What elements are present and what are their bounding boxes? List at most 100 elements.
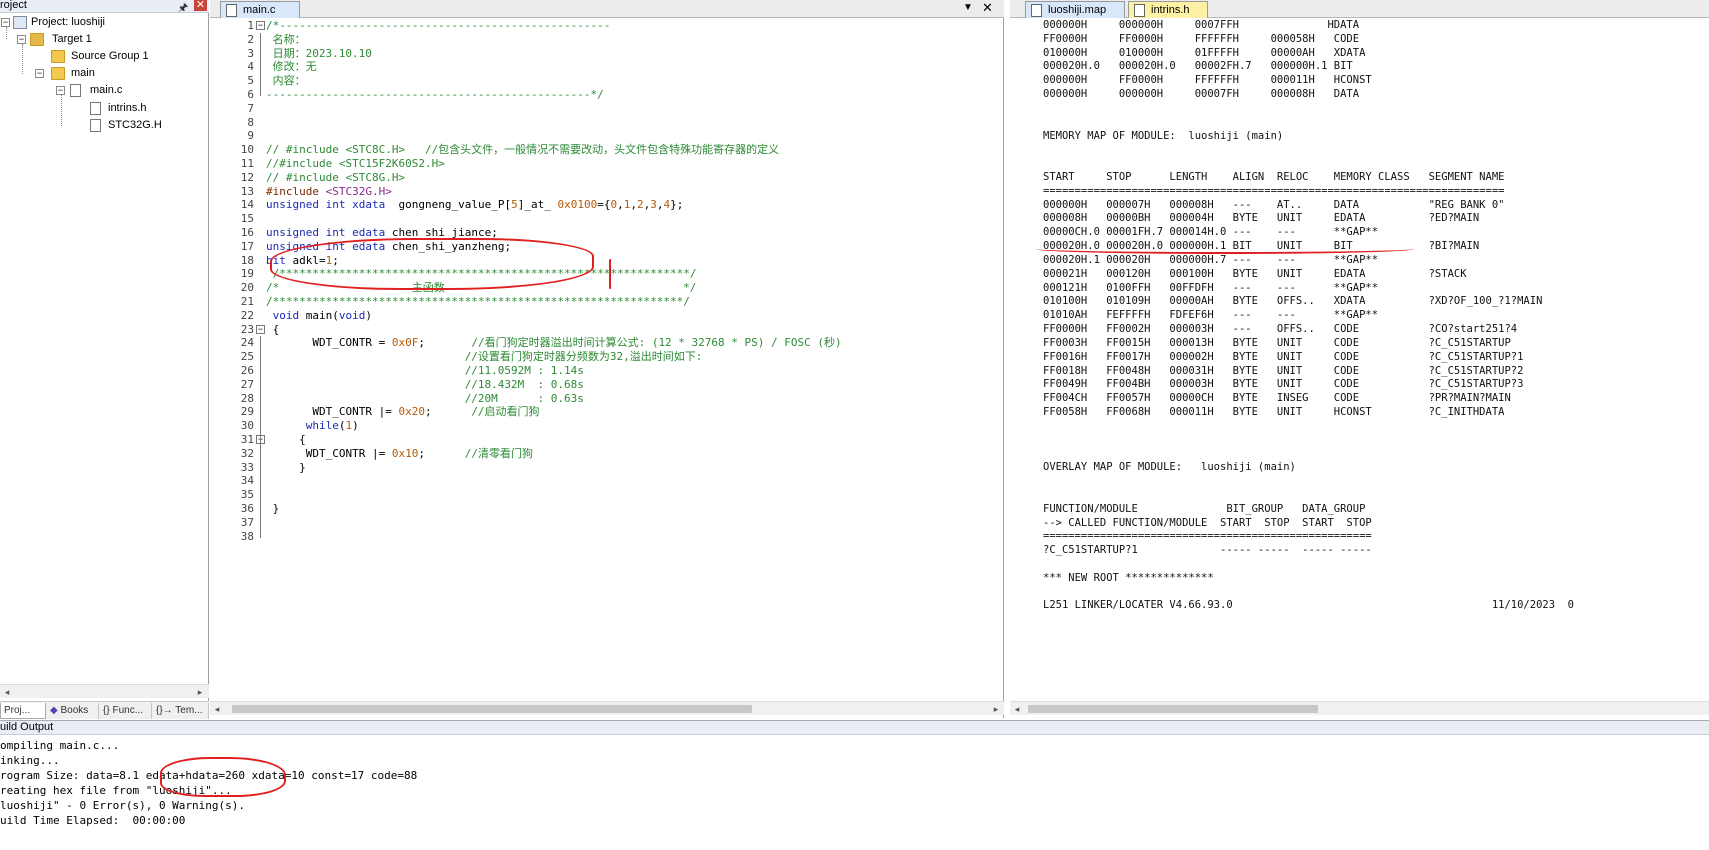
map-line[interactable]: 000021H 000120H 000100H BYTE UNIT EDATA … [1043, 268, 1467, 282]
target-icon [30, 33, 44, 46]
map-line[interactable]: 000020H.0 000020H.0 00002FH.7 000000H.1 … [1043, 60, 1353, 74]
map-line[interactable]: 010000H 010000H 01FFFFH 00000AH XDATA [1043, 47, 1365, 61]
code-line[interactable]: void main(void) [266, 309, 372, 323]
map-line[interactable]: FF0018H FF0048H 000031H BYTE UNIT CODE ?… [1043, 365, 1523, 379]
code-line[interactable]: //#include <STC15F2K60S2.H> [266, 157, 445, 171]
code-line[interactable]: #include <STC32G.H> [266, 185, 392, 199]
tab-project[interactable]: Proj... [0, 703, 46, 719]
tree-item-source-group[interactable]: Source Group 1 [0, 48, 209, 65]
code-line[interactable]: { [266, 433, 306, 447]
collapse-icon[interactable]: − [35, 69, 44, 78]
map-line[interactable]: 000000H 000007H 000008H --- AT.. DATA "R… [1043, 199, 1504, 213]
map-line[interactable]: *** NEW ROOT ************** [1043, 572, 1214, 586]
map-line[interactable]: 000020H.1 000020H 000000H.7 --- --- **GA… [1043, 254, 1378, 268]
map-line[interactable]: 000121H 0100FFH 00FFDFH --- --- **GAP** [1043, 282, 1378, 296]
tab-templates[interactable]: {}→ Tem... [153, 703, 209, 719]
map-line[interactable]: 000000H FF0000H FFFFFFH 000011H HCONST [1043, 74, 1372, 88]
code-line[interactable]: WDT_CONTR |= 0x20; //启动看门狗 [266, 405, 539, 419]
tree-item-main-group[interactable]: − main [0, 65, 209, 82]
tab-intrins-h[interactable]: intrins.h [1128, 1, 1208, 18]
map-line[interactable]: 000000H 000000H 00007FH 000008H DATA [1043, 88, 1359, 102]
tree-label: Target 1 [52, 33, 92, 45]
tree-label: main [71, 67, 95, 79]
tab-main-c[interactable]: main.c [220, 1, 300, 18]
code-line[interactable]: } [266, 502, 280, 516]
code-line[interactable]: 日期：2023.10.10 [266, 47, 372, 61]
code-line[interactable]: //18.432M : 0.68s [266, 378, 584, 392]
map-hscrollbar[interactable]: ◂ [1010, 701, 1709, 715]
editor-hscrollbar[interactable]: ◂ ▸ [210, 701, 1004, 715]
project-icon [13, 16, 27, 29]
tab-functions[interactable]: {} Func... [100, 703, 152, 719]
line-number: 13 [240, 184, 254, 198]
code-line[interactable]: // #include <STC8G.H> [266, 171, 405, 185]
scroll-left-icon[interactable]: ◂ [0, 685, 14, 699]
fold-toggle-icon[interactable]: − [256, 21, 265, 30]
code-line[interactable]: unsigned int xdata gongneng_value_P[5]_a… [266, 198, 683, 212]
project-panel-title: roject [0, 0, 27, 11]
code-line[interactable]: } [266, 461, 306, 475]
code-line[interactable]: // #include <STC8C.H> //包含头文件，一般情况不需要改动，… [266, 143, 779, 157]
map-line[interactable]: ========================================… [1043, 185, 1504, 199]
map-line[interactable]: FF004CH FF0057H 00000CH BYTE INSEG CODE … [1043, 392, 1511, 406]
map-line[interactable]: --> CALLED FUNCTION/MODULE START STOP ST… [1043, 517, 1372, 531]
project-panel-tabs: Proj... ◆ Books {} Func... {}→ Tem... [0, 701, 209, 719]
scroll-left-icon[interactable]: ◂ [210, 702, 224, 716]
code-line[interactable]: WDT_CONTR = 0x0F; //看门狗定时器溢出时间计算公式: (12 … [266, 336, 841, 350]
collapse-icon[interactable]: − [56, 86, 65, 95]
map-line[interactable]: MEMORY MAP OF MODULE: luoshiji (main) [1043, 130, 1283, 144]
scroll-right-icon[interactable]: ▸ [193, 685, 207, 699]
tree-label: STC32G.H [108, 119, 162, 131]
code-line[interactable]: 修改：无 [266, 60, 317, 74]
tab-label: main.c [243, 4, 276, 16]
map-line[interactable]: FF0003H FF0015H 000013H BYTE UNIT CODE ?… [1043, 337, 1511, 351]
tree-item-project[interactable]: − Project: luoshiji [0, 14, 209, 31]
map-line[interactable]: 00000CH.0 00001FH.7 000014H.0 --- --- **… [1043, 226, 1378, 240]
map-line[interactable]: FF0058H FF0068H 000011H BYTE UNIT HCONST… [1043, 406, 1504, 420]
collapse-icon[interactable]: − [1, 18, 10, 27]
map-line[interactable]: ========================================… [1043, 530, 1372, 544]
scrollbar-thumb[interactable] [1028, 705, 1318, 713]
tab-luoshiji-map[interactable]: luoshiji.map [1025, 1, 1125, 18]
map-line[interactable]: FF0016H FF0017H 000002H BYTE UNIT CODE ?… [1043, 351, 1523, 365]
code-line[interactable]: WDT_CONTR |= 0x10; //清零看门狗 [266, 447, 533, 461]
close-icon[interactable]: ✕ [982, 0, 993, 16]
code-line[interactable]: { [266, 323, 280, 337]
map-line[interactable]: 01010AH FEFFFFH FDFEF6H --- --- **GAP** [1043, 309, 1378, 323]
map-line[interactable]: L251 LINKER/LOCATER V4.66.93.0 11/10/202… [1043, 599, 1574, 613]
tab-books[interactable]: ◆ Books [47, 703, 99, 719]
code-line[interactable]: 内容： [266, 74, 306, 88]
tree-item-main-c[interactable]: − main.c [0, 82, 209, 99]
map-line[interactable]: 000000H 000000H 0007FFH HDATA [1043, 19, 1359, 33]
dropdown-icon[interactable]: ▼ [963, 2, 973, 13]
tree-item-intrins[interactable]: intrins.h [0, 100, 209, 117]
code-line[interactable]: //11.0592M : 1.14s [266, 364, 584, 378]
tree-item-stc32g[interactable]: STC32G.H [0, 117, 209, 134]
map-line[interactable]: ?C_C51STARTUP?1 ----- ----- ----- ----- [1043, 544, 1372, 558]
scroll-left-icon[interactable]: ◂ [1010, 702, 1024, 716]
map-line[interactable]: 010100H 010109H 00000AH BYTE OFFS.. XDAT… [1043, 295, 1542, 309]
code-line[interactable]: 名称： [266, 33, 306, 47]
project-hscrollbar[interactable]: ◂ ▸ [0, 684, 209, 698]
code-line[interactable]: /***************************************… [266, 295, 690, 309]
build-output-line: ompiling main.c... [0, 739, 120, 752]
map-line[interactable]: FF0000H FF0000H FFFFFFH 000058H CODE [1043, 33, 1359, 47]
map-line[interactable]: 000008H 00000BH 000004H BYTE UNIT EDATA … [1043, 212, 1479, 226]
code-line[interactable]: //20M : 0.63s [266, 392, 584, 406]
header-file-icon [90, 119, 101, 132]
fold-toggle-icon[interactable]: − [256, 324, 265, 334]
code-line[interactable]: while(1) [266, 419, 359, 433]
collapse-icon[interactable]: − [17, 35, 26, 44]
tree-item-target[interactable]: − Target 1 [0, 31, 209, 48]
map-line[interactable]: START STOP LENGTH ALIGN RELOC MEMORY CLA… [1043, 171, 1504, 185]
code-line[interactable]: ----------------------------------------… [266, 88, 604, 102]
map-line[interactable]: FF0049H FF004BH 000003H BYTE UNIT CODE ?… [1043, 378, 1523, 392]
code-line[interactable]: /*--------------------------------------… [266, 19, 610, 33]
map-line[interactable]: FUNCTION/MODULE BIT_GROUP DATA_GROUP [1043, 503, 1365, 517]
map-line[interactable]: FF0000H FF0002H 000003H --- OFFS.. CODE … [1043, 323, 1517, 337]
map-line[interactable]: OVERLAY MAP OF MODULE: luoshiji (main) [1043, 461, 1296, 475]
close-icon[interactable]: ✕ [194, 0, 207, 11]
scroll-right-icon[interactable]: ▸ [989, 702, 1003, 716]
code-line[interactable]: //设置看门狗定时器分频数为32,溢出时间如下: [266, 350, 703, 364]
scrollbar-thumb[interactable] [232, 705, 752, 713]
